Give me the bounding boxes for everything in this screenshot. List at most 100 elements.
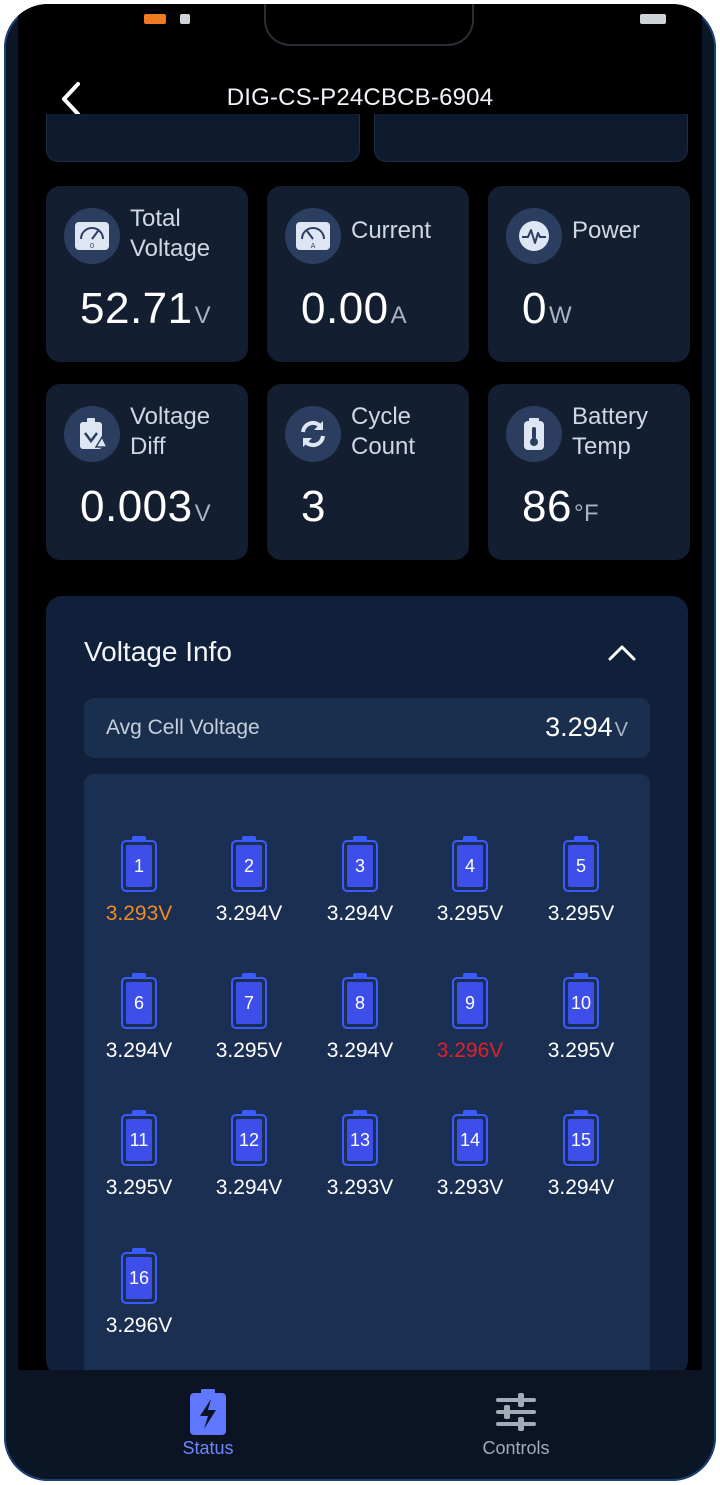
nav-tab-status[interactable]: Status	[128, 1386, 288, 1462]
collapse-toggle[interactable]	[602, 636, 642, 670]
cell-battery-icon: 8	[342, 973, 378, 1029]
voltmeter-icon: 0	[64, 208, 120, 264]
cell-item: 4 3.295V	[415, 836, 525, 936]
cell-battery-icon: 16	[121, 1248, 157, 1304]
metric-label: Voltage Diff	[130, 403, 211, 460]
metric-card-total-voltage: 0 Total Voltage 52.71V	[46, 186, 248, 362]
cell-number: 4	[457, 845, 483, 887]
cell-number: 6	[126, 982, 152, 1024]
cell-number: 12	[236, 1119, 262, 1161]
camera-notch	[264, 4, 474, 46]
cell-battery-icon: 9	[452, 973, 488, 1029]
cell-voltage: 3.294V	[547, 1176, 615, 1199]
cell-item: 3 3.294V	[305, 836, 415, 936]
cell-item: 2 3.294V	[194, 836, 304, 936]
metric-value: 3	[301, 482, 326, 531]
sliders-icon	[496, 1393, 536, 1431]
cell-item: 10 3.295V	[526, 973, 636, 1073]
cell-number: 11	[126, 1119, 152, 1161]
cell-battery-icon: 15	[563, 1110, 599, 1166]
cell-battery-icon: 3	[342, 836, 378, 892]
nav-label: Status	[182, 1438, 234, 1458]
cell-voltage: 3.293V	[326, 1176, 394, 1199]
cell-item: 7 3.295V	[194, 973, 304, 1073]
metric-label: Power	[572, 217, 641, 244]
status-bar-indicator	[144, 14, 166, 24]
metric-value: 0.003V	[80, 482, 212, 531]
voltage-info-panel: Voltage Info Avg Cell Voltage 3.294 V 1 3.…	[46, 596, 688, 1376]
cell-number: 14	[457, 1119, 483, 1161]
cell-voltage: 3.295V	[436, 902, 504, 925]
cell-voltage: 3.293V	[436, 1176, 504, 1199]
cell-battery-icon: 11	[121, 1110, 157, 1166]
cell-battery-icon: 5	[563, 836, 599, 892]
cell-item: 14 3.293V	[415, 1110, 525, 1210]
cell-item: 6 3.294V	[84, 973, 194, 1073]
voltage-diff-icon	[64, 406, 120, 462]
cell-voltage: 3.296V	[436, 1039, 504, 1062]
cell-voltage: 3.295V	[105, 1176, 173, 1199]
cell-item: 16 3.296V	[84, 1248, 194, 1348]
cell-item: 11 3.295V	[84, 1110, 194, 1210]
cell-voltage: 3.294V	[105, 1039, 173, 1062]
cell-battery-icon: 1	[121, 836, 157, 892]
cell-item: 13 3.293V	[305, 1110, 415, 1210]
cell-voltage: 3.295V	[547, 902, 615, 925]
cell-number: 7	[236, 982, 262, 1024]
metric-card-cycle-count: Cycle Count 3	[267, 384, 469, 560]
cell-battery-icon: 4	[452, 836, 488, 892]
cell-voltage: 3.295V	[547, 1039, 615, 1062]
cell-battery-icon: 14	[452, 1110, 488, 1166]
scrolled-card	[46, 114, 360, 162]
cell-number: 15	[568, 1119, 594, 1161]
cell-battery-icon: 10	[563, 973, 599, 1029]
cell-item: 5 3.295V	[526, 836, 636, 936]
phone-frame: DIG-CS-P24CBCB-6904 0 Total Voltage 52.7…	[4, 4, 716, 1481]
metric-label: Cycle Count	[351, 403, 416, 460]
battery-bolt-icon	[190, 1389, 226, 1435]
cell-number: 3	[347, 845, 373, 887]
status-bar-indicator	[180, 14, 190, 24]
cell-voltage: 3.294V	[326, 902, 394, 925]
cell-item: 15 3.294V	[526, 1110, 636, 1210]
cell-battery-icon: 2	[231, 836, 267, 892]
cell-voltage: 3.294V	[215, 902, 283, 925]
cell-item: 8 3.294V	[305, 973, 415, 1073]
cell-voltage: 3.296V	[105, 1314, 173, 1337]
cell-voltage: 3.294V	[215, 1176, 283, 1199]
cell-voltage-grid: 1 3.293V 2 3.294V 3 3.294V 4 3.295V 5 3.295V 6 3.29…	[84, 774, 650, 1376]
cycle-arrows-icon	[285, 406, 341, 462]
cell-item: 1 3.293V	[84, 836, 194, 936]
ammeter-icon: A	[285, 208, 341, 264]
cell-number: 8	[347, 982, 373, 1024]
chevron-up-icon	[608, 645, 636, 661]
metric-value: 0W	[522, 284, 573, 333]
thermometer-icon	[506, 406, 562, 462]
status-bar-indicator	[640, 14, 666, 24]
nav-tab-controls[interactable]: Controls	[436, 1386, 596, 1462]
cell-number: 16	[126, 1257, 152, 1299]
avg-cell-voltage-row: Avg Cell Voltage 3.294 V	[84, 698, 650, 758]
cell-number: 10	[568, 982, 594, 1024]
avg-cell-voltage-value: 3.294 V	[545, 712, 628, 742]
section-title: Voltage Info	[84, 636, 232, 667]
metric-card-voltage-diff: Voltage Diff 0.003V	[46, 384, 248, 560]
metric-value: 86°F	[522, 482, 600, 531]
waveform-icon	[506, 208, 562, 264]
metric-card-power: Power 0W	[488, 186, 690, 362]
svg-text:A: A	[311, 242, 316, 250]
avg-cell-voltage-label: Avg Cell Voltage	[106, 716, 260, 739]
metric-card-current: A Current 0.00A	[267, 186, 469, 362]
cell-voltage: 3.294V	[326, 1039, 394, 1062]
cell-item: 9 3.296V	[415, 973, 525, 1073]
metric-value: 0.00A	[301, 284, 408, 333]
nav-label: Controls	[482, 1438, 550, 1458]
cell-voltage: 3.295V	[215, 1039, 283, 1062]
svg-text:0: 0	[90, 242, 94, 250]
cell-number: 9	[457, 982, 483, 1024]
cell-number: 2	[236, 845, 262, 887]
cell-battery-icon: 6	[121, 973, 157, 1029]
cell-number: 13	[347, 1119, 373, 1161]
cell-battery-icon: 13	[342, 1110, 378, 1166]
cell-battery-icon: 7	[231, 973, 267, 1029]
